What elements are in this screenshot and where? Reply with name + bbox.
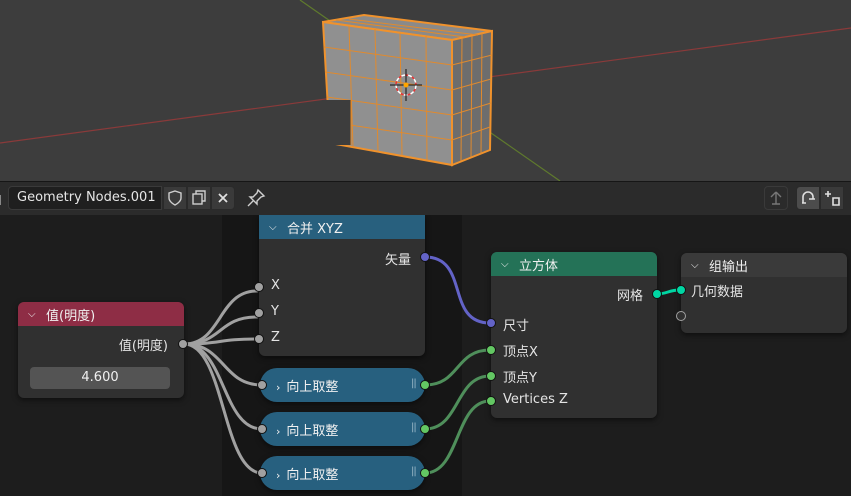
combine-xyz-title: 合并 XYZ xyxy=(287,221,343,237)
vertices-z-socket[interactable] xyxy=(486,396,496,406)
menu-divider xyxy=(0,195,5,205)
grip-icon: || xyxy=(411,422,417,433)
value-output-socket[interactable] xyxy=(178,339,188,349)
chevron-down-icon[interactable]: ⌵ xyxy=(501,259,515,270)
snap-icon xyxy=(802,191,815,204)
chevron-down-icon[interactable]: ⌵ xyxy=(269,222,283,233)
ceil-node-3[interactable]: › 向上取整 || xyxy=(257,456,430,490)
shield-icon xyxy=(168,190,182,206)
value-node[interactable]: ⌵ 值(明度) 值(明度) 4.600 xyxy=(18,302,188,398)
ceil-node-1-title: 向上取整 xyxy=(286,380,339,395)
node-tree-name-field[interactable]: Geometry Nodes.001 xyxy=(8,186,162,210)
group-output-header[interactable]: ⌵ 组输出 xyxy=(681,253,847,277)
input-y-label: Y xyxy=(271,304,279,319)
input-x-label: X xyxy=(271,278,280,293)
combine-xyz-header[interactable]: ⌵ 合并 XYZ xyxy=(259,215,425,239)
viewport-scene[interactable] xyxy=(0,0,851,181)
mesh-output-label: 网格 xyxy=(616,289,643,304)
node-editor-canvas[interactable]: ⌵ 值(明度) 值(明度) 4.600 ⌵ 合并 XYZ 矢量 X Y Z › 向… xyxy=(0,215,851,496)
ceil-2-output-socket[interactable] xyxy=(420,424,430,434)
pin-button[interactable] xyxy=(246,188,268,208)
ceil-node-3-title: 向上取整 xyxy=(286,468,339,483)
link-value-to-ceil-2 xyxy=(182,342,264,431)
link-vector-to-size xyxy=(423,255,492,325)
size-input-socket[interactable] xyxy=(486,318,496,328)
input-x-socket[interactable] xyxy=(254,282,264,292)
3d-viewport[interactable] xyxy=(0,0,851,181)
node-editor-header: Geometry Nodes.001 xyxy=(0,181,851,216)
vertices-y-label: 顶点Y xyxy=(503,371,537,386)
fake-user-button[interactable] xyxy=(163,186,187,210)
ceil-node-1[interactable]: › 向上取整 || xyxy=(257,368,430,402)
duplicate-tree-button[interactable] xyxy=(187,186,211,210)
overlay-icon xyxy=(825,191,840,206)
link-value-to-ceil-1 xyxy=(182,342,264,387)
value-input-field[interactable]: 4.600 xyxy=(30,367,170,389)
chevron-right-icon[interactable]: › xyxy=(276,425,280,438)
parent-up-icon xyxy=(770,191,782,205)
cube-node-title: 立方体 xyxy=(519,258,559,274)
geometry-input-socket[interactable] xyxy=(676,285,686,295)
ceil-1-output-socket[interactable] xyxy=(420,380,430,390)
overlay-toggle-button[interactable] xyxy=(820,186,844,210)
ceil-3-input-socket[interactable] xyxy=(257,468,267,478)
vertices-x-label: 顶点X xyxy=(503,345,538,360)
parent-node-tree-button[interactable] xyxy=(764,186,788,210)
cube-object xyxy=(321,13,494,167)
snap-toggle-button[interactable] xyxy=(796,186,820,210)
value-node-header[interactable]: ⌵ 值(明度) xyxy=(18,302,184,326)
value-node-title: 值(明度) xyxy=(46,308,96,324)
vertices-y-socket[interactable] xyxy=(486,371,496,381)
cube-node-header[interactable]: ⌵ 立方体 xyxy=(491,252,657,276)
geometry-input-label: 几何数据 xyxy=(691,285,744,300)
vertices-x-socket[interactable] xyxy=(486,345,496,355)
unlink-tree-button[interactable] xyxy=(211,186,235,210)
chevron-down-icon[interactable]: ⌵ xyxy=(28,309,42,320)
ceil-3-output-socket[interactable] xyxy=(420,468,430,478)
combine-xyz-node[interactable]: ⌵ 合并 XYZ 矢量 X Y Z xyxy=(254,215,430,356)
duplicate-icon xyxy=(192,190,206,205)
vector-output-socket[interactable] xyxy=(420,252,430,262)
input-z-socket[interactable] xyxy=(254,334,264,344)
close-icon xyxy=(218,193,228,203)
link-ceil-3-to-vertices-z xyxy=(423,399,492,475)
mesh-output-socket[interactable] xyxy=(652,289,662,299)
input-y-socket[interactable] xyxy=(254,308,264,318)
ceil-2-input-socket[interactable] xyxy=(257,424,267,434)
link-ceil-1-to-vertices-x xyxy=(423,348,492,387)
empty-input-socket[interactable] xyxy=(676,311,686,321)
ceil-node-2-title: 向上取整 xyxy=(286,424,339,439)
value-output-label: 值(明度) xyxy=(118,339,168,354)
chevron-down-icon[interactable]: ⌵ xyxy=(691,260,705,271)
input-z-label: Z xyxy=(271,330,280,345)
grip-icon: || xyxy=(411,378,417,389)
pin-icon xyxy=(247,188,266,207)
grip-icon: || xyxy=(411,466,417,477)
ceil-1-input-socket[interactable] xyxy=(257,380,267,390)
vector-output-label: 矢量 xyxy=(384,253,411,268)
chevron-right-icon[interactable]: › xyxy=(276,381,280,394)
chevron-right-icon[interactable]: › xyxy=(276,469,280,482)
size-input-label: 尺寸 xyxy=(503,319,530,334)
ceil-node-2[interactable]: › 向上取整 || xyxy=(257,412,430,446)
group-output-title: 组输出 xyxy=(709,259,749,275)
cube-node[interactable]: ⌵ 立方体 网格 尺寸 顶点X 顶点Y Vertices Z xyxy=(486,252,662,418)
vertices-z-label: Vertices Z xyxy=(503,392,568,407)
group-output-node[interactable]: ⌵ 组输出 几何数据 xyxy=(676,253,847,333)
